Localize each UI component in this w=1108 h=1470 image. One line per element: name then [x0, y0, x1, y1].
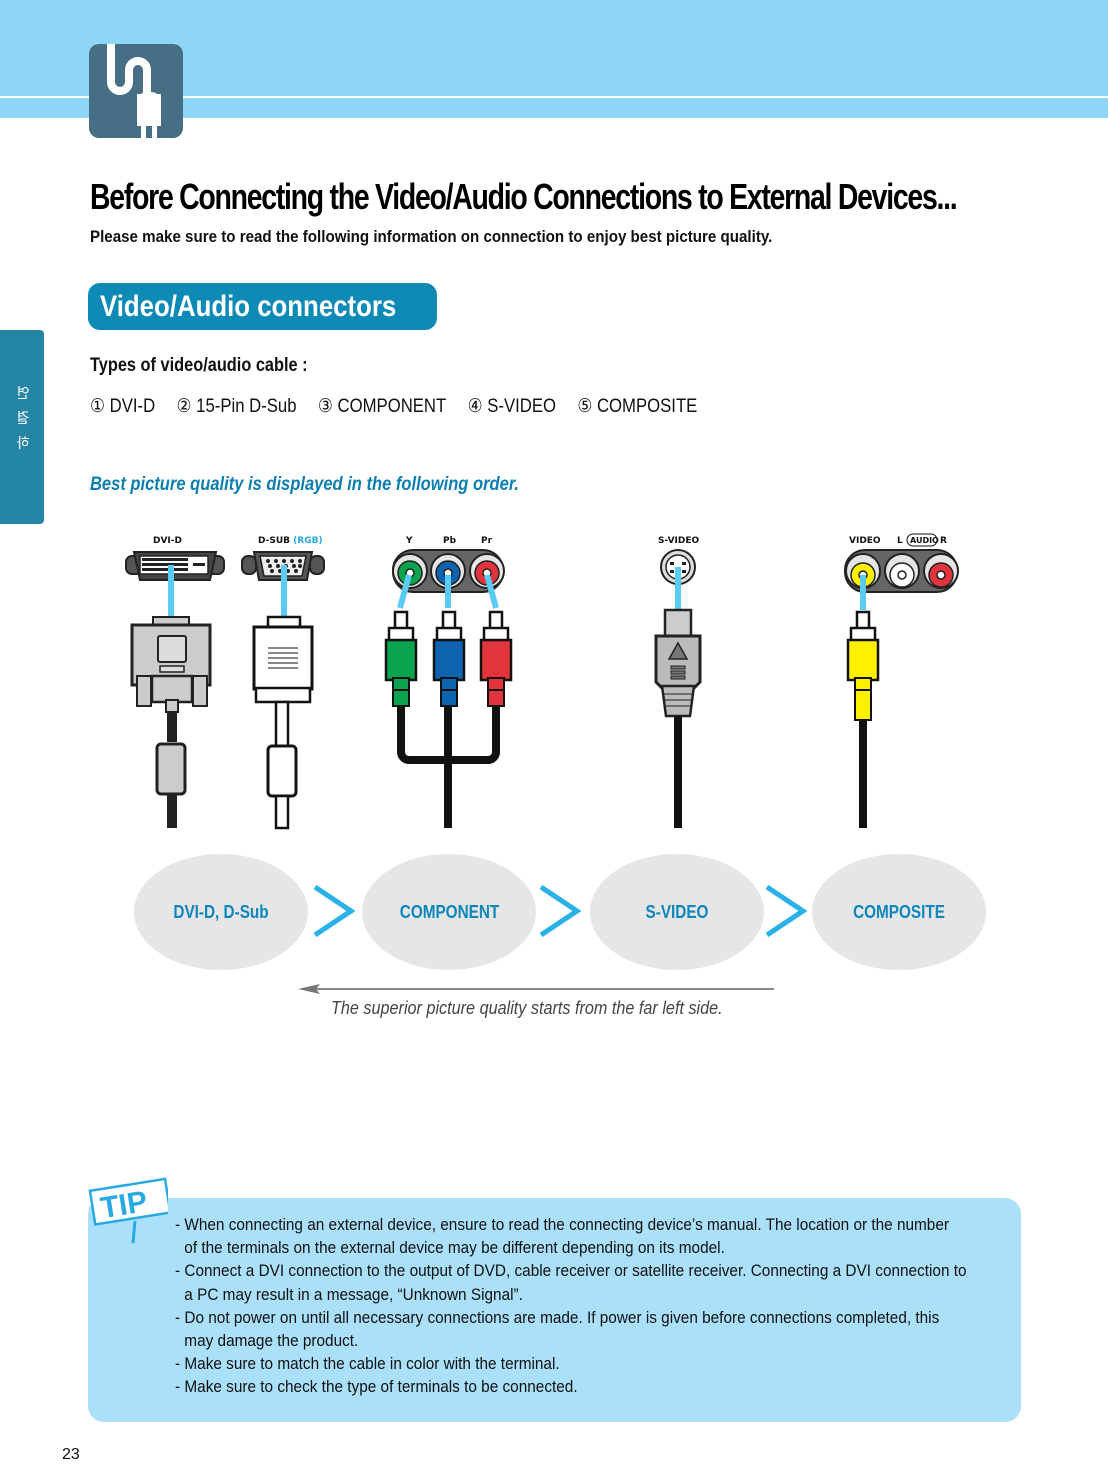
video-port-label: VIDEO — [849, 536, 881, 546]
cable-types-list: ① DVI-D ② 15-Pin D-Sub ③ COMPONENT ④ S-V… — [90, 395, 714, 418]
dvi-d-port: DVI-D — [125, 536, 225, 581]
rank-item-dvi-dsub: DVI-D, D-Sub — [134, 854, 308, 970]
d-sub-plug — [252, 615, 314, 830]
cable-type-item: ⑤ COMPOSITE — [577, 396, 698, 417]
side-chapter-tab[interactable]: 연 결 하 — [0, 330, 44, 524]
component-pb-label: Pb — [443, 536, 457, 546]
greater-than-icon — [313, 885, 355, 937]
cable-type-item: ③ COMPONENT — [317, 396, 447, 417]
cable-types-label: Types of video/audio cable : — [90, 355, 308, 376]
tip-item: of the terminals on the external device … — [184, 1239, 725, 1258]
s-video-port-label: S-VIDEO — [658, 536, 699, 546]
audio-l-label: L — [897, 536, 903, 546]
tip-sign-icon: TIP — [88, 1177, 168, 1244]
rank-item-label: COMPOSITE — [853, 901, 945, 922]
quality-caption: The superior picture quality starts from… — [331, 998, 723, 1018]
dvi-d-plug — [130, 616, 212, 828]
tip-list: - When connecting an external device, en… — [175, 1214, 967, 1400]
tip-item: - Make sure to match the cable in color … — [175, 1355, 560, 1374]
component-y-label: Y — [405, 536, 413, 546]
component-pr-label: Pr — [481, 536, 493, 546]
d-sub-port-label: D-SUB (RGB) — [258, 536, 323, 546]
rank-item-component: COMPONENT — [362, 854, 536, 970]
connector-diagram: DVI-D D-SUB (RGB) Y Pb Pr S-VIDEO VIDEO … — [125, 533, 959, 830]
tip-item: - Make sure to check the type of termina… — [175, 1378, 578, 1397]
tip-item: a PC may result in a message, “Unknown S… — [184, 1285, 523, 1304]
composite-plug — [846, 610, 880, 828]
dvi-d-port-label: DVI-D — [153, 536, 182, 546]
tip-item: may damage the product. — [184, 1332, 359, 1351]
rank-item-label: S-VIDEO — [645, 901, 709, 922]
quality-order-label: Best picture quality is displayed in the… — [90, 474, 519, 495]
greater-than-icon — [539, 885, 581, 937]
audio-r-label: R — [940, 536, 947, 546]
audio-label: AUDIO — [910, 536, 939, 545]
page-number: 23 — [62, 1446, 80, 1463]
tip-label: TIP — [98, 1185, 149, 1225]
section-heading: Video/Audio connectors — [100, 290, 397, 323]
cable-type-item: ② 15-Pin D-Sub — [176, 396, 297, 417]
rank-item-s-video: S-VIDEO — [590, 854, 764, 970]
page-subtitle: Please make sure to read the following i… — [90, 227, 773, 246]
side-chapter-label: 연 결 하 — [16, 386, 30, 452]
page-title: Before Connecting the Video/Audio Connec… — [90, 176, 958, 217]
cable-type-item: ① DVI-D — [90, 396, 156, 417]
component-plugs — [384, 610, 513, 828]
greater-than-icon — [765, 885, 807, 937]
quality-direction-arrow — [298, 984, 774, 994]
tip-item: - Do not power on until all necessary co… — [175, 1308, 940, 1327]
rank-item-label: COMPONENT — [399, 901, 499, 922]
plug-cable-icon — [89, 44, 183, 138]
s-video-plug — [654, 608, 702, 828]
tip-item: - Connect a DVI connection to the output… — [175, 1262, 967, 1281]
tip-item: - When connecting an external device, en… — [175, 1216, 949, 1234]
rank-item-label: DVI-D, D-Sub — [173, 901, 269, 922]
cable-type-item: ④ S-VIDEO — [467, 396, 556, 417]
section-heading-badge: Video/Audio connectors — [88, 283, 437, 330]
rank-item-composite: COMPOSITE — [812, 854, 986, 970]
